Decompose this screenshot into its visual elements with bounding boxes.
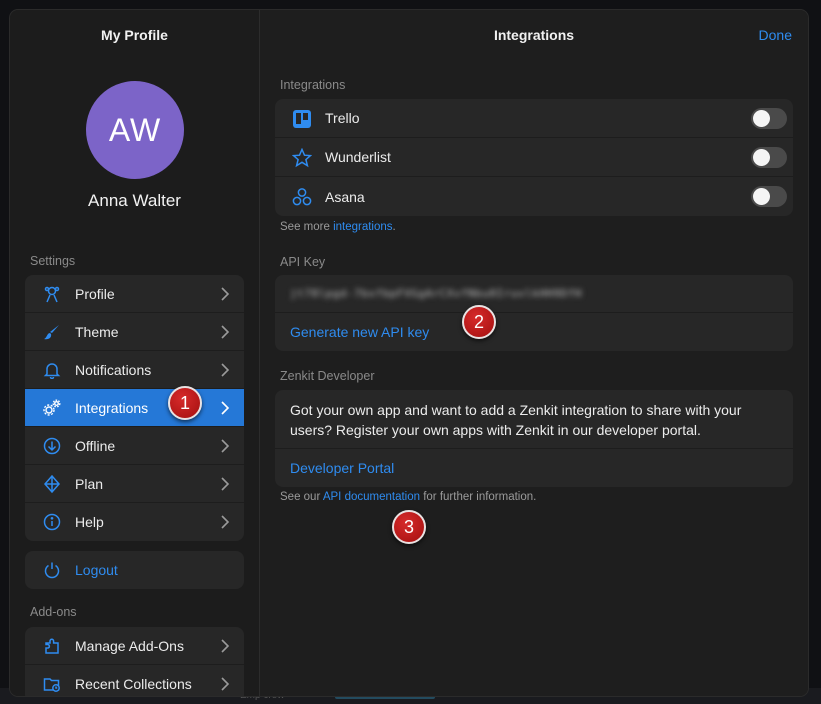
developer-description: Got your own app and want to add a Zenki…	[275, 390, 793, 449]
sidebar-item-theme[interactable]: Theme	[25, 313, 244, 351]
gears-icon	[43, 399, 61, 417]
sidebar-title: My Profile	[101, 27, 168, 43]
api-key-value: jt78lpgd-7bxfbpFVGgArCXvfNbu0IruvlkHH9Df…	[290, 287, 583, 300]
docs-suffix: for further information.	[420, 491, 537, 503]
profile-sidebar: My Profile AW Anna Walter Settings Profi…	[10, 10, 260, 696]
user-name: Anna Walter	[88, 191, 181, 210]
power-icon	[43, 561, 61, 579]
trello-toggle[interactable]	[751, 108, 787, 129]
annotation-badge-1: 1	[168, 386, 202, 420]
chevron-right-icon	[221, 477, 230, 491]
integration-row-wunderlist: Wunderlist	[275, 138, 793, 177]
api-documentation-link[interactable]: API documentation	[323, 491, 420, 503]
api-key-section-label: API Key	[280, 255, 326, 269]
logout-button[interactable]: Logout	[25, 551, 244, 589]
api-docs-note: See our API documentation for further in…	[280, 491, 536, 503]
see-more-prefix: See more	[280, 221, 334, 233]
sidebar-item-label: Integrations	[75, 399, 149, 416]
annotation-badge-2: 2	[462, 305, 496, 339]
annotation-badge-3: 3	[392, 510, 426, 544]
download-icon	[43, 437, 61, 455]
asana-toggle[interactable]	[751, 186, 787, 207]
sidebar-item-label: Offline	[75, 437, 116, 454]
logout-label: Logout	[75, 562, 118, 578]
sidebar-item-offline[interactable]: Offline	[25, 427, 244, 465]
sidebar-item-label: Theme	[75, 323, 119, 340]
sidebar-item-label: Notifications	[75, 361, 152, 378]
docs-prefix: See our	[280, 491, 323, 503]
developer-section-label: Zenkit Developer	[280, 369, 375, 383]
sidebar-item-profile[interactable]: Profile	[25, 275, 244, 313]
chevron-right-icon	[221, 639, 230, 653]
chevron-right-icon	[221, 287, 230, 301]
integrations-section-label: Integrations	[280, 78, 346, 92]
logout-group: Logout	[25, 551, 244, 589]
sidebar-item-plan[interactable]: Plan	[25, 465, 244, 503]
chevron-right-icon	[221, 515, 230, 529]
integration-row-asana: Asana	[275, 177, 793, 216]
bell-icon	[43, 361, 61, 379]
toggle-knob	[753, 149, 770, 166]
addons-section-label: Add-ons	[30, 605, 77, 619]
generate-api-key-button[interactable]: Generate new API key	[275, 313, 793, 351]
star-icon	[292, 148, 312, 168]
settings-menu: Profile Theme Notifications Integrations…	[25, 275, 244, 541]
integrations-link[interactable]: integrations	[333, 221, 392, 233]
integration-row-trello: Trello	[275, 99, 793, 138]
see-more-suffix: .	[392, 221, 396, 233]
sidebar-item-manage-addons[interactable]: Manage Add-Ons	[25, 627, 244, 665]
developer-portal-link[interactable]: Developer Portal	[275, 449, 793, 487]
api-key-card: jt78lpgd-7bxfbpFVGgArCXvfNbu0IruvlkHH9Df…	[275, 275, 793, 351]
sidebar-item-label: Plan	[75, 475, 104, 492]
sidebar-item-label: Manage Add-Ons	[75, 637, 184, 654]
sidebar-item-help[interactable]: Help	[25, 503, 244, 541]
toggle-knob	[753, 110, 770, 127]
info-icon	[43, 513, 61, 531]
avatar-initials: AW	[108, 111, 162, 148]
trello-icon	[293, 110, 311, 128]
integrations-list: Trello Wunderlist Asana	[275, 99, 793, 216]
sidebar-item-label: Recent Collections	[75, 676, 192, 692]
done-button[interactable]: Done	[759, 27, 792, 43]
chevron-right-icon	[221, 677, 230, 691]
sidebar-item-label: Profile	[75, 285, 115, 302]
sidebar-item-recent-collections[interactable]: Recent Collections	[25, 665, 244, 696]
integrations-panel: Integrations Done Integrations Trello Wu…	[260, 10, 808, 696]
chevron-right-icon	[221, 363, 230, 377]
see-more-note: See more integrations.	[280, 221, 396, 233]
puzzle-icon	[43, 637, 61, 655]
brush-icon	[43, 323, 61, 341]
avatar[interactable]: AW	[86, 81, 184, 179]
profile-icon	[43, 285, 61, 303]
diamond-icon	[43, 475, 61, 493]
api-key-row: jt78lpgd-7bxfbpFVGgArCXvfNbu0IruvlkHH9Df…	[275, 275, 793, 313]
folder-clock-icon	[43, 675, 61, 693]
chevron-right-icon	[221, 439, 230, 453]
integration-name: Asana	[325, 188, 365, 205]
chevron-right-icon	[221, 325, 230, 339]
sidebar-item-integrations[interactable]: Integrations	[25, 389, 244, 427]
sidebar-item-label: Help	[75, 514, 104, 530]
wunderlist-toggle[interactable]	[751, 147, 787, 168]
profile-modal: My Profile AW Anna Walter Settings Profi…	[10, 10, 808, 696]
addons-menu: Manage Add-Ons Recent Collections	[25, 627, 244, 696]
toggle-knob	[753, 188, 770, 205]
panel-title: Integrations	[493, 27, 575, 43]
developer-card: Got your own app and want to add a Zenki…	[275, 390, 793, 487]
asana-icon	[292, 188, 312, 206]
sidebar-item-notifications[interactable]: Notifications	[25, 351, 244, 389]
settings-section-label: Settings	[30, 254, 76, 268]
integration-name: Wunderlist	[325, 149, 391, 165]
chevron-right-icon	[221, 401, 230, 415]
integration-name: Trello	[325, 110, 360, 126]
